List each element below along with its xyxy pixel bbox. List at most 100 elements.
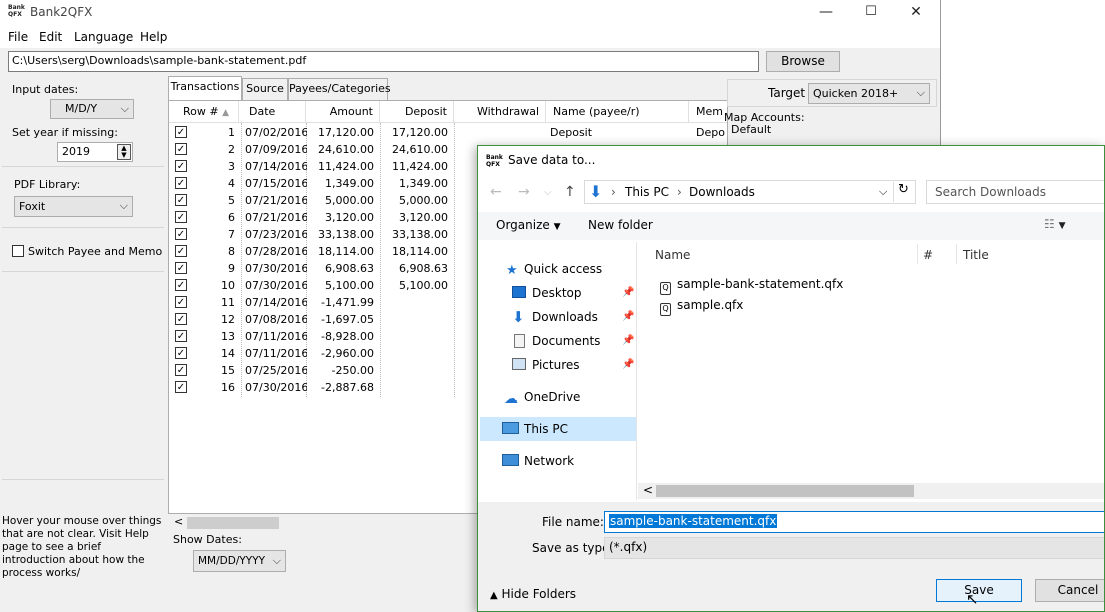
target-select[interactable]: Quicken 2018+ ⌵	[808, 83, 930, 104]
file-name-input[interactable]: sample-bank-statement.qfx	[604, 511, 1104, 533]
table-row[interactable]: ✓ 1 07/02/2016 17,120.00 17,120.00 Deposit Dep…	[169, 124, 727, 141]
row-checkbox[interactable]: ✓	[175, 313, 187, 325]
col-header-amount[interactable]: Amount	[306, 101, 380, 123]
tab-transactions[interactable]: Transactions	[168, 76, 242, 100]
col-header-date[interactable]: Date	[239, 101, 306, 123]
menu-language[interactable]: Language	[74, 30, 133, 44]
row-amount: -1,471.99	[321, 296, 374, 309]
nav-desktop-label: Desktop	[532, 286, 582, 300]
grid-horizontal-scrollbar[interactable]: <	[171, 515, 481, 530]
file-item[interactable]: Qsample.qfx	[660, 298, 743, 316]
view-options-icon[interactable]: ☷ ▼	[1044, 217, 1066, 231]
row-checkbox[interactable]: ✓	[175, 279, 187, 291]
nav-downloads[interactable]: ⬇ Downloads 📌	[480, 305, 636, 329]
recent-chevron-icon[interactable]: ⌵	[544, 187, 552, 198]
row-checkbox[interactable]: ✓	[175, 296, 187, 308]
browse-button[interactable]: Browse	[766, 51, 840, 72]
file-item[interactable]: Qsample-bank-statement.qfx	[660, 277, 843, 295]
nav-network[interactable]: Network	[480, 449, 636, 473]
nav-documents[interactable]: Documents 📌	[480, 329, 636, 353]
row-number: 14	[221, 347, 235, 360]
pdf-library-select[interactable]: Foxit ⌵	[14, 196, 133, 217]
menu-help[interactable]: Help	[140, 30, 167, 44]
breadcrumb[interactable]: ⬇ › This PC › Downloads ⌵ ↻	[584, 180, 916, 204]
file-list-horizontal-scrollbar[interactable]: <	[638, 483, 1104, 499]
maximize-button[interactable]: ☐	[848, 0, 894, 26]
menu-file[interactable]: File	[8, 30, 28, 44]
nav-onedrive[interactable]: ☁ OneDrive	[480, 385, 636, 409]
help-hint-text: Hover your mouse over things that are no…	[2, 515, 162, 579]
spin-arrows-icon[interactable]: ▲ ▼	[117, 144, 131, 160]
col-header-name[interactable]: Name	[655, 248, 690, 262]
star-icon: ★	[506, 263, 518, 278]
refresh-icon[interactable]: ↻	[893, 182, 909, 202]
row-checkbox[interactable]: ✓	[175, 347, 187, 359]
row-number: 16	[221, 381, 235, 394]
row-deposit: 33,138.00	[392, 228, 448, 241]
input-dates-select[interactable]: M/D/Y ⌵	[50, 99, 134, 119]
row-checkbox[interactable]: ✓	[175, 262, 187, 274]
row-number: 3	[228, 160, 235, 173]
row-checkbox[interactable]: ✓	[175, 177, 187, 189]
row-deposit	[380, 345, 448, 362]
organize-button[interactable]: Organize ▼	[496, 218, 561, 232]
source-path-input[interactable]: C:\Users\serg\Downloads\sample-bank-stat…	[8, 51, 759, 72]
breadcrumb-this-pc[interactable]: This PC	[625, 185, 669, 199]
minimize-button[interactable]: —	[803, 0, 849, 26]
row-checkbox[interactable]: ✓	[175, 211, 187, 223]
show-dates-select[interactable]: MM/DD/YYYY ⌵	[193, 550, 286, 572]
menu-edit[interactable]: Edit	[39, 30, 62, 44]
col-header-memo[interactable]: Mem	[689, 101, 727, 123]
nav-downloads-label: Downloads	[532, 310, 598, 324]
row-checkbox[interactable]: ✓	[175, 330, 187, 342]
breadcrumb-downloads[interactable]: Downloads	[689, 185, 755, 199]
hide-folders-button[interactable]: ▲ Hide Folders	[490, 587, 576, 601]
col-header-withdrawal[interactable]: Withdrawal	[454, 101, 546, 123]
new-folder-button[interactable]: New folder	[588, 218, 653, 232]
pdf-library-value: Foxit	[19, 200, 46, 213]
chevron-down-icon[interactable]: ⌵	[879, 185, 887, 199]
cancel-button[interactable]: Cancel	[1035, 579, 1104, 602]
documents-icon	[514, 334, 525, 348]
dialog-icon-text-bottom: QFX	[486, 161, 500, 168]
save-type-select[interactable]: (*.qfx)	[604, 537, 1104, 559]
nav-desktop[interactable]: Desktop 📌	[480, 281, 636, 305]
switch-payee-memo-checkbox[interactable]	[12, 245, 24, 257]
nav-this-pc[interactable]: This PC	[480, 417, 636, 441]
panel-divider	[2, 479, 164, 480]
col-header-deposit[interactable]: Deposit	[380, 101, 454, 123]
row-checkbox[interactable]: ✓	[175, 381, 187, 393]
scroll-left-icon[interactable]: <	[174, 515, 183, 528]
row-checkbox[interactable]: ✓	[175, 126, 187, 138]
save-button[interactable]: Save	[936, 579, 1022, 602]
row-checkbox[interactable]: ✓	[175, 194, 187, 206]
row-number: 7	[228, 228, 235, 241]
nav-quick-access[interactable]: ★ Quick access	[480, 257, 636, 281]
up-arrow-icon[interactable]: ↑	[564, 184, 576, 200]
col-header-name[interactable]: Name (payee/r)	[546, 101, 689, 123]
chevron-down-icon: ⌵	[916, 86, 925, 99]
back-arrow-icon[interactable]: ←	[490, 184, 502, 200]
search-input[interactable]: Search Downloads	[926, 180, 1104, 204]
scrollbar-thumb[interactable]	[187, 517, 279, 529]
target-label: Target	[768, 86, 806, 100]
set-year-spinner[interactable]: 2019 ▲ ▼	[57, 142, 133, 162]
scrollbar-thumb[interactable]	[656, 485, 914, 497]
row-deposit: 18,114.00	[392, 245, 448, 258]
forward-arrow-icon[interactable]: →	[518, 184, 530, 200]
row-checkbox[interactable]: ✓	[175, 364, 187, 376]
col-header-number[interactable]: #	[923, 248, 933, 262]
col-header-title[interactable]: Title	[963, 248, 989, 262]
row-checkbox[interactable]: ✓	[175, 245, 187, 257]
scroll-left-icon[interactable]: <	[643, 483, 653, 497]
nav-pictures[interactable]: Pictures 📌	[480, 353, 636, 377]
close-button[interactable]: ✕	[893, 0, 939, 26]
tab-source[interactable]: Source	[242, 78, 288, 100]
row-name: Deposit	[550, 126, 593, 139]
input-dates-value: M/D/Y	[65, 102, 98, 115]
tab-payees-categories[interactable]: Payees/Categories	[288, 78, 391, 100]
row-checkbox[interactable]: ✓	[175, 143, 187, 155]
row-checkbox[interactable]: ✓	[175, 228, 187, 240]
col-header-row[interactable]: Row # ▲	[169, 101, 239, 123]
row-checkbox[interactable]: ✓	[175, 160, 187, 172]
